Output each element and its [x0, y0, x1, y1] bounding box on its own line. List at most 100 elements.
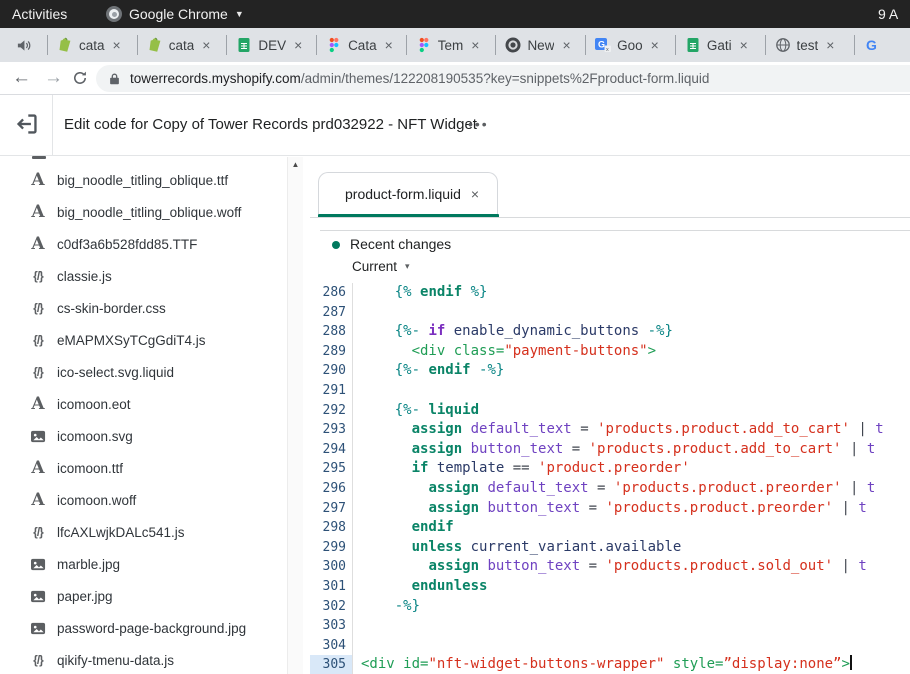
- audio-indicator[interactable]: [0, 28, 47, 62]
- line-number: 288: [310, 322, 353, 342]
- code-text: assign default_text = 'products.product.…: [353, 479, 875, 499]
- tab-close-icon[interactable]: ×: [202, 37, 210, 53]
- editor-file-tab[interactable]: product-form.liquid ×: [318, 172, 498, 214]
- file-item[interactable]: {/}classie.js: [0, 260, 286, 292]
- code-text: [353, 303, 361, 323]
- editor-tab-close-icon[interactable]: ×: [471, 186, 479, 202]
- more-actions-button[interactable]: •••: [468, 95, 489, 153]
- file-item[interactable]: {/}ico-select.svg.liquid: [0, 356, 286, 388]
- browser-tab[interactable]: G: [854, 35, 910, 55]
- scroll-up-icon[interactable]: ▲: [288, 160, 303, 169]
- file-item[interactable]: Abig_noodle_titling_oblique.woff: [0, 196, 286, 228]
- code-token: [361, 421, 412, 437]
- file-item[interactable]: password-page-background.jpg: [0, 612, 286, 644]
- code-line: 303: [310, 616, 910, 636]
- code-token: endunless: [412, 578, 488, 594]
- browser-tab[interactable]: test×: [765, 35, 855, 55]
- file-name: eMAPMXSyTCgGdiT4.js: [57, 333, 206, 348]
- chrome-logo-icon: [106, 6, 122, 22]
- font-file-icon: A: [31, 460, 44, 477]
- activities-button[interactable]: Activities: [12, 0, 67, 28]
- line-number: 303: [310, 616, 353, 636]
- system-bar: Activities Google Chrome ▼ 9 A: [0, 0, 910, 28]
- browser-tab[interactable]: DEV×: [226, 35, 316, 55]
- file-item[interactable]: Aicomoon.woff: [0, 484, 286, 516]
- code-token: [530, 460, 538, 476]
- code-line: 288 {%- if enable_dynamic_buttons -%}: [310, 322, 910, 342]
- browser-tab[interactable]: Cata×: [316, 35, 406, 55]
- lock-icon[interactable]: [109, 72, 120, 86]
- code-line: 295 if template == 'product.preorder': [310, 459, 910, 479]
- tab-close-icon[interactable]: ×: [826, 37, 834, 53]
- exit-code-editor-button[interactable]: [14, 111, 42, 139]
- code-token: [445, 343, 453, 359]
- tab-close-icon[interactable]: ×: [113, 37, 121, 53]
- reload-icon[interactable]: [72, 70, 88, 86]
- tab-close-icon[interactable]: ×: [562, 37, 570, 53]
- browser-tab[interactable]: cata ×: [137, 35, 227, 55]
- code-line: 300 assign button_text = 'products.produ…: [310, 557, 910, 577]
- line-number: 294: [310, 440, 353, 460]
- file-item[interactable]: Ac0df3a6b528fdd85.TTF: [0, 228, 286, 260]
- app-menu-label: Google Chrome: [129, 6, 228, 22]
- browser-tab[interactable]: Tem ×: [406, 35, 496, 55]
- code-text: assign default_text = 'products.product.…: [353, 420, 884, 440]
- file-item[interactable]: icomoon.svg: [0, 420, 286, 452]
- app-menu[interactable]: Google Chrome ▼: [106, 0, 244, 28]
- tab-title: Goo: [617, 38, 643, 53]
- browser-tab[interactable]: cata×: [47, 35, 137, 55]
- code-token: [842, 480, 850, 496]
- file-name: icomoon.ttf: [57, 461, 123, 476]
- tab-title: cata: [169, 38, 195, 53]
- code-token: [428, 460, 436, 476]
- version-label: Current: [352, 259, 397, 274]
- file-item[interactable]: Aicomoon.eot: [0, 388, 286, 420]
- code-token: [361, 578, 412, 594]
- file-item[interactable]: paper.jpg: [0, 580, 286, 612]
- back-icon[interactable]: ←: [12, 62, 31, 94]
- file-item[interactable]: marble.jpg: [0, 548, 286, 580]
- code-editor[interactable]: 286 {% endif %}287288 {%- if enable_dyna…: [310, 283, 910, 674]
- exit-icon: [14, 111, 40, 137]
- font-file-icon: A: [31, 204, 44, 221]
- sidebar-scrollbar[interactable]: ▲: [287, 157, 303, 674]
- file-icon-box: A: [28, 172, 48, 189]
- tab-close-icon[interactable]: ×: [651, 37, 659, 53]
- code-token: t: [858, 558, 866, 574]
- file-item[interactable]: {/}cs-skin-border.css: [0, 292, 286, 324]
- code-text: [353, 381, 361, 401]
- browser-tab[interactable]: New×: [495, 35, 585, 55]
- forward-icon[interactable]: →: [44, 62, 63, 94]
- line-number: 305: [310, 655, 353, 674]
- browser-tab[interactable]: Gati×: [675, 35, 765, 55]
- code-token: liquid: [428, 402, 479, 418]
- line-number: 302: [310, 597, 353, 617]
- file-icon-box: [28, 557, 48, 572]
- code-token: unless: [412, 539, 463, 555]
- line-number: 304: [310, 636, 353, 656]
- line-number: 292: [310, 401, 353, 421]
- code-line: 291: [310, 381, 910, 401]
- file-item[interactable]: {/}lfcAXLwjkDALc541.js: [0, 516, 286, 548]
- tab-close-icon[interactable]: ×: [471, 37, 479, 53]
- recent-changes-title: Recent changes: [350, 236, 451, 252]
- url-bar[interactable]: towerrecords.myshopify.com/admin/themes/…: [96, 65, 910, 92]
- code-token: [664, 656, 672, 672]
- tab-close-icon[interactable]: ×: [385, 37, 393, 53]
- file-icon-box: {/}: [28, 269, 48, 283]
- tab-close-icon[interactable]: ×: [740, 37, 748, 53]
- file-item[interactable]: Abig_noodle_titling_oblique.ttf: [0, 164, 286, 196]
- code-text: unless current_variant.available: [353, 538, 681, 558]
- code-token: class=: [454, 343, 505, 359]
- file-item[interactable]: {/}eMAPMXSyTCgGdiT4.js: [0, 324, 286, 356]
- file-name: marble.jpg: [57, 557, 120, 572]
- tab-title: Tem: [438, 38, 464, 53]
- tab-close-icon[interactable]: ×: [294, 37, 302, 53]
- browser-tab[interactable]: GxGoo×: [585, 35, 675, 55]
- code-token: ==: [513, 460, 530, 476]
- file-item[interactable]: {/}qikify-tmenu-data.js: [0, 644, 286, 674]
- file-name: big_noodle_titling_oblique.ttf: [57, 173, 228, 188]
- file-item[interactable]: Aicomoon.ttf: [0, 452, 286, 484]
- version-dropdown[interactable]: Current ▾: [352, 259, 410, 274]
- file-name: icomoon.svg: [57, 429, 133, 444]
